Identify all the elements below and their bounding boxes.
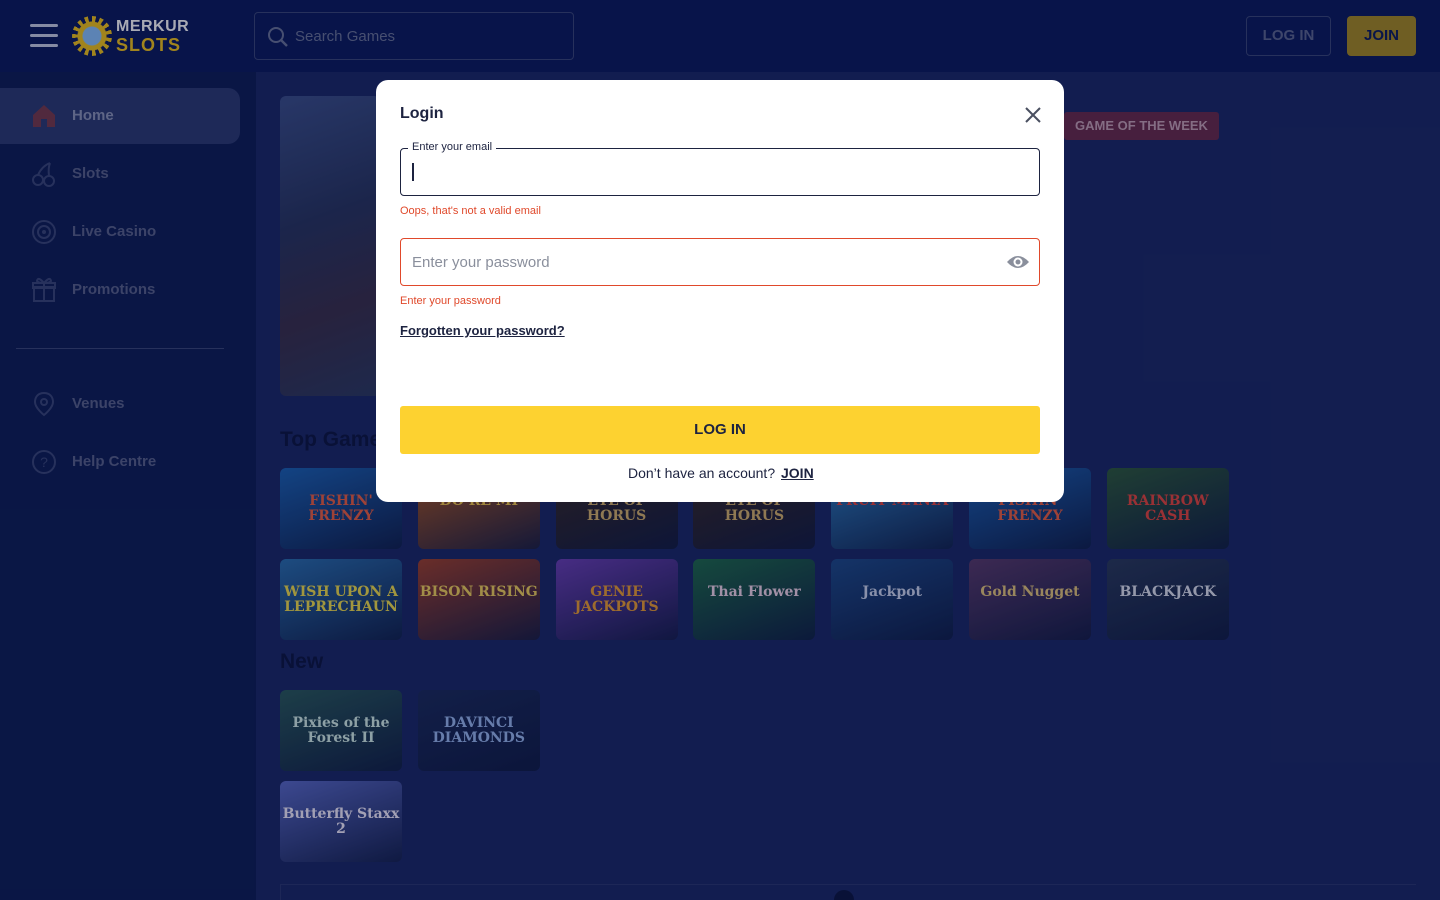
email-error-message: Oops, that's not a valid email	[400, 205, 541, 217]
login-modal: Login Enter your email Oops, that's not …	[376, 80, 1064, 502]
password-placeholder: Enter your password	[412, 254, 550, 271]
email-field[interactable]	[400, 148, 1040, 196]
email-field-label: Enter your email	[408, 141, 497, 153]
modal-title: Login	[400, 105, 444, 122]
login-submit-button[interactable]: LOG IN	[400, 406, 1040, 454]
forgot-password-link[interactable]: Forgotten your password?	[400, 323, 565, 338]
join-link[interactable]: JOIN	[781, 465, 814, 481]
close-icon[interactable]	[1022, 104, 1044, 126]
show-password-icon[interactable]	[1006, 252, 1030, 272]
password-error-message: Enter your password	[400, 295, 501, 307]
text-cursor	[412, 163, 414, 181]
no-account-text: Don’t have an account?	[628, 465, 776, 481]
